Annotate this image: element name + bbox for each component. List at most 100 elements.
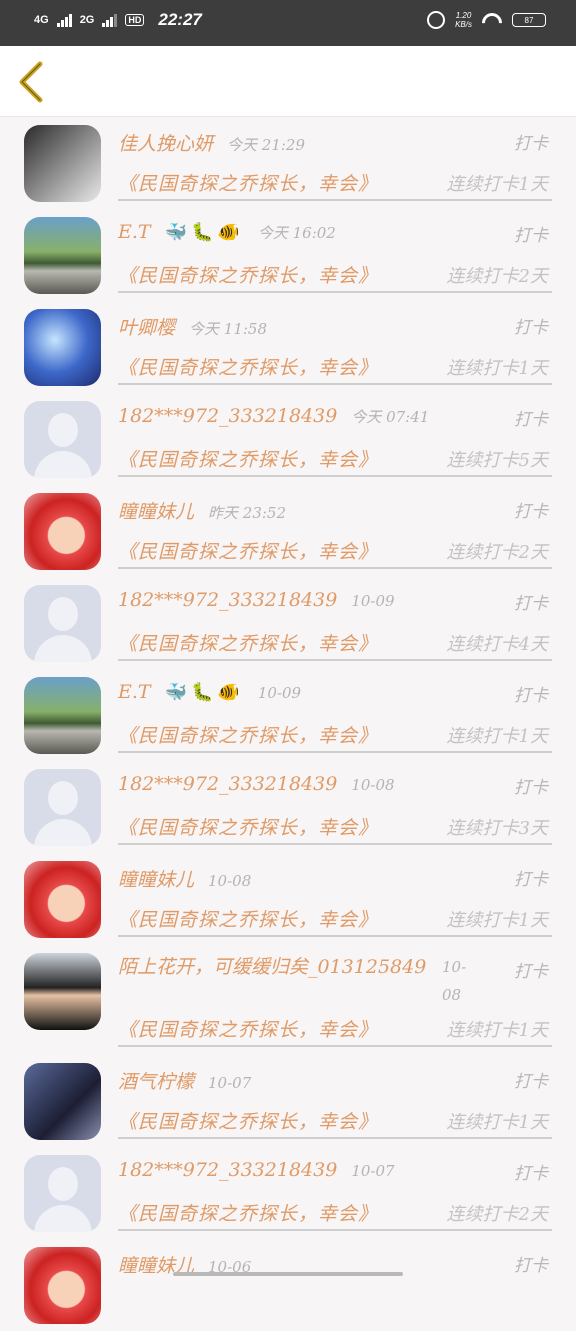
book-title[interactable]: 《民国奇探之乔探长，幸会》 [118, 813, 378, 840]
name-line: 182***972_333218439 10-08 [118, 773, 395, 795]
book-title[interactable]: 《民国奇探之乔探长，幸会》 [118, 261, 378, 288]
streak-label: 连续打卡1天 [446, 1112, 548, 1133]
user-name[interactable]: 佳人挽心妍 [118, 129, 213, 156]
divider [118, 383, 552, 385]
user-name[interactable]: 182***972_333218439 [118, 589, 337, 611]
name-line: E.T 🐳🐛🐠 今天 16:02 [118, 221, 336, 243]
name-line: 瞳瞳妹儿 昨天 23:52 [118, 497, 286, 524]
list-item[interactable]: 叶卿樱 今天 11:58 打卡 《民国奇探之乔探长，幸会》 连续打卡1天 [0, 301, 576, 393]
avatar[interactable] [24, 585, 101, 662]
chevron-left-icon [19, 61, 43, 103]
list-item[interactable]: E.T 🐳🐛🐠 10-09 打卡 《民国奇探之乔探长，幸会》 连续打卡1天 [0, 669, 576, 761]
checkin-date: 昨天 23:52 [208, 504, 287, 522]
checkin-action-label: 打卡 [514, 1072, 548, 1092]
avatar[interactable] [24, 1063, 101, 1140]
avatar[interactable] [24, 677, 101, 754]
user-name[interactable]: 陌上花开，可缓缓归矣_013125849 [118, 956, 426, 978]
list-item[interactable]: E.T 🐳🐛🐠 今天 16:02 打卡 《民国奇探之乔探长，幸会》 连续打卡2天 [0, 209, 576, 301]
checkin-date: 今天 16:02 [257, 224, 336, 242]
list-item[interactable]: 182***972_333218439 10-09 打卡 《民国奇探之乔探长，幸… [0, 577, 576, 669]
user-name[interactable]: E.T [118, 221, 151, 243]
book-title[interactable]: 《民国奇探之乔探长，幸会》 [118, 629, 378, 656]
name-line: 陌上花开，可缓缓归矣_013125849 10-08 [118, 953, 466, 1004]
streak-label: 连续打卡2天 [446, 542, 548, 563]
checkin-action-label: 打卡 [514, 410, 548, 430]
avatar[interactable] [24, 401, 101, 478]
streak-label: 连续打卡3天 [446, 818, 548, 839]
name-line: 佳人挽心妍 今天 21:29 [118, 129, 305, 156]
user-name[interactable]: 酒气柠檬 [118, 1067, 194, 1094]
checkin-action-label: 打卡 [514, 502, 548, 522]
streak-label: 连续打卡4天 [446, 634, 548, 655]
checkin-date: 10-09 [351, 592, 395, 610]
book-title[interactable]: 《民国奇探之乔探长，幸会》 [118, 721, 378, 748]
divider [118, 935, 552, 937]
back-button[interactable] [14, 60, 54, 104]
name-emoji: 🐳🐛🐠 [164, 682, 244, 703]
user-name[interactable]: 182***972_333218439 [118, 1159, 337, 1181]
user-name[interactable]: E.T [118, 681, 151, 703]
avatar[interactable] [24, 493, 101, 570]
checkin-date: 10-07 [208, 1074, 252, 1092]
list-item[interactable]: 182***972_333218439 10-08 打卡 《民国奇探之乔探长，幸… [0, 761, 576, 853]
list-item[interactable]: 瞳瞳妹儿 昨天 23:52 打卡 《民国奇探之乔探长，幸会》 连续打卡2天 [0, 485, 576, 577]
checkin-action-label: 打卡 [514, 962, 548, 982]
home-indicator[interactable] [173, 1272, 403, 1276]
avatar[interactable] [24, 861, 101, 938]
wifi-icon [482, 13, 502, 27]
signal-icon [56, 13, 72, 27]
divider [118, 1137, 552, 1139]
book-title[interactable]: 《民国奇探之乔探长，幸会》 [118, 1107, 378, 1134]
avatar[interactable] [24, 309, 101, 386]
avatar[interactable] [24, 125, 101, 202]
avatar[interactable] [24, 953, 101, 1030]
avatar[interactable] [24, 769, 101, 846]
hd-badge: HD [125, 14, 145, 26]
alarm-icon [427, 11, 446, 29]
list-item[interactable]: 182***972_333218439 今天 07:41 打卡 《民国奇探之乔探… [0, 393, 576, 485]
clock: 22:27 [158, 10, 202, 29]
user-name[interactable]: 瞳瞳妹儿 [118, 865, 194, 892]
book-title[interactable]: 《民国奇探之乔探长，幸会》 [118, 905, 378, 932]
book-title[interactable]: 《民国奇探之乔探长，幸会》 [118, 169, 378, 196]
avatar[interactable] [24, 1155, 101, 1232]
user-name[interactable]: 叶卿樱 [118, 313, 175, 340]
list-item[interactable]: 佳人挽心妍 今天 21:29 打卡 《民国奇探之乔探长，幸会》 连续打卡1天 [0, 117, 576, 209]
checkin-date: 10-07 [351, 1162, 395, 1180]
streak-label: 连续打卡1天 [446, 174, 548, 195]
list-item[interactable]: 酒气柠檬 10-07 打卡 《民国奇探之乔探长，幸会》 连续打卡1天 [0, 1055, 576, 1147]
user-name[interactable]: 瞳瞳妹儿 [118, 497, 194, 524]
book-title[interactable]: 《民国奇探之乔探长，幸会》 [118, 445, 378, 472]
list-item[interactable]: 陌上花开，可缓缓归矣_013125849 10-08 打卡 《民国奇探之乔探长，… [0, 945, 576, 1055]
list-item[interactable]: 瞳瞳妹儿 10-08 打卡 《民国奇探之乔探长，幸会》 连续打卡1天 [0, 853, 576, 945]
list-item[interactable]: 182***972_333218439 10-07 打卡 《民国奇探之乔探长，幸… [0, 1147, 576, 1239]
divider [118, 659, 552, 661]
checkin-date: 10-08 [351, 776, 395, 794]
book-title[interactable]: 《民国奇探之乔探长，幸会》 [118, 353, 378, 380]
divider [118, 751, 552, 753]
user-name[interactable]: 182***972_333218439 [118, 405, 337, 427]
name-line: 瞳瞳妹儿 10-08 [118, 865, 251, 892]
divider [118, 1045, 552, 1047]
checkin-date: 今天 11:58 [189, 320, 268, 338]
checkin-date: 10-08 [442, 958, 467, 1004]
divider [118, 475, 552, 477]
checkin-action-label: 打卡 [514, 1164, 548, 1184]
user-name[interactable]: 182***972_333218439 [118, 773, 337, 795]
book-title[interactable]: 《民国奇探之乔探长，幸会》 [118, 1199, 378, 1226]
book-title[interactable]: 《民国奇探之乔探长，幸会》 [118, 537, 378, 564]
name-line: 182***972_333218439 今天 07:41 [118, 405, 429, 427]
checkin-action-label: 打卡 [514, 686, 548, 706]
list-item[interactable]: 瞳瞳妹儿 10-06 打卡 [0, 1239, 576, 1331]
checkin-action-label: 打卡 [514, 226, 548, 246]
avatar[interactable] [24, 1247, 101, 1324]
checkin-date: 10-09 [257, 684, 302, 702]
streak-label: 连续打卡1天 [446, 910, 548, 931]
name-line: 182***972_333218439 10-09 [118, 589, 395, 611]
checkin-date: 今天 21:29 [227, 136, 306, 154]
name-emoji: 🐳🐛🐠 [164, 222, 244, 243]
avatar[interactable] [24, 217, 101, 294]
book-title[interactable]: 《民国奇探之乔探长，幸会》 [118, 1015, 378, 1042]
signal-icon-2 [102, 13, 118, 27]
checkin-date: 今天 07:41 [351, 408, 430, 426]
